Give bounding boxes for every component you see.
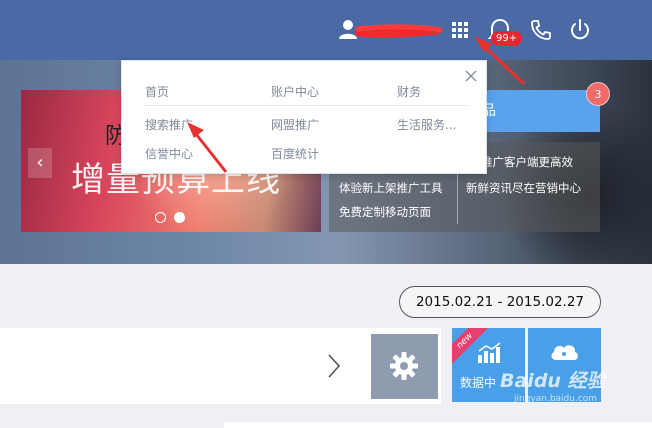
menu-item-credit-center[interactable]: 信誉中心	[145, 145, 193, 162]
bar-chart-icon	[478, 342, 501, 363]
banner-dot-2[interactable]	[174, 212, 185, 223]
chevron-left-icon: ‹	[36, 152, 44, 173]
chevron-right-icon[interactable]	[326, 353, 342, 379]
news-item[interactable]: 推广客户端更高效	[481, 154, 573, 170]
apps-dropdown-menu: 首页 账户中心 财务 搜索推广 网盟推广 生活服务... 信誉中心 百度统计	[121, 60, 487, 174]
date-range-text: 2015.02.21 - 2015.02.27	[415, 294, 585, 310]
banner-dot-1[interactable]	[155, 212, 166, 223]
redacted-username-scribble	[354, 24, 443, 38]
settings-button[interactable]	[371, 334, 438, 399]
watermark-url: jingyan.baidu.com	[514, 394, 598, 404]
menu-item-home[interactable]: 首页	[145, 83, 169, 100]
gear-icon	[390, 352, 418, 380]
menu-item-life-services[interactable]: 生活服务...	[397, 116, 456, 133]
data-center-label: 数据中	[460, 376, 497, 390]
close-icon[interactable]	[464, 69, 478, 83]
power-icon[interactable]	[568, 18, 592, 42]
menu-item-baidu-analytics[interactable]: 百度统计	[271, 145, 319, 162]
baidu-watermark: Baidu 经验	[500, 370, 606, 392]
news-item[interactable]: 新鲜资讯尽在营销中心	[466, 180, 581, 196]
news-item[interactable]: 免费定制移动页面	[339, 204, 431, 220]
menu-item-search-promotion[interactable]: 搜索推广	[145, 116, 193, 133]
menu-item-network-promotion[interactable]: 网盟推广	[271, 116, 319, 133]
date-range-selector[interactable]: 2015.02.21 - 2015.02.27	[399, 286, 601, 318]
user-account[interactable]	[338, 18, 443, 42]
banner-pagination	[155, 208, 193, 227]
cloud-icon	[551, 345, 578, 360]
menu-item-account-center[interactable]: 账户中心	[271, 83, 319, 100]
product-count-badge: 3	[586, 82, 610, 106]
phone-icon[interactable]	[529, 18, 553, 42]
banner-prev-button[interactable]: ‹	[28, 148, 52, 178]
bottom-card	[224, 422, 652, 428]
top-bar: 99+	[0, 0, 652, 60]
news-item[interactable]: 体验新上架推广工具	[339, 180, 443, 196]
menu-divider	[144, 105, 468, 106]
notification-count-badge: 99+	[491, 31, 523, 46]
apps-grid-icon[interactable]	[450, 20, 470, 40]
product-button[interactable]: 品	[468, 90, 600, 132]
menu-item-finance[interactable]: 财务	[397, 83, 421, 100]
